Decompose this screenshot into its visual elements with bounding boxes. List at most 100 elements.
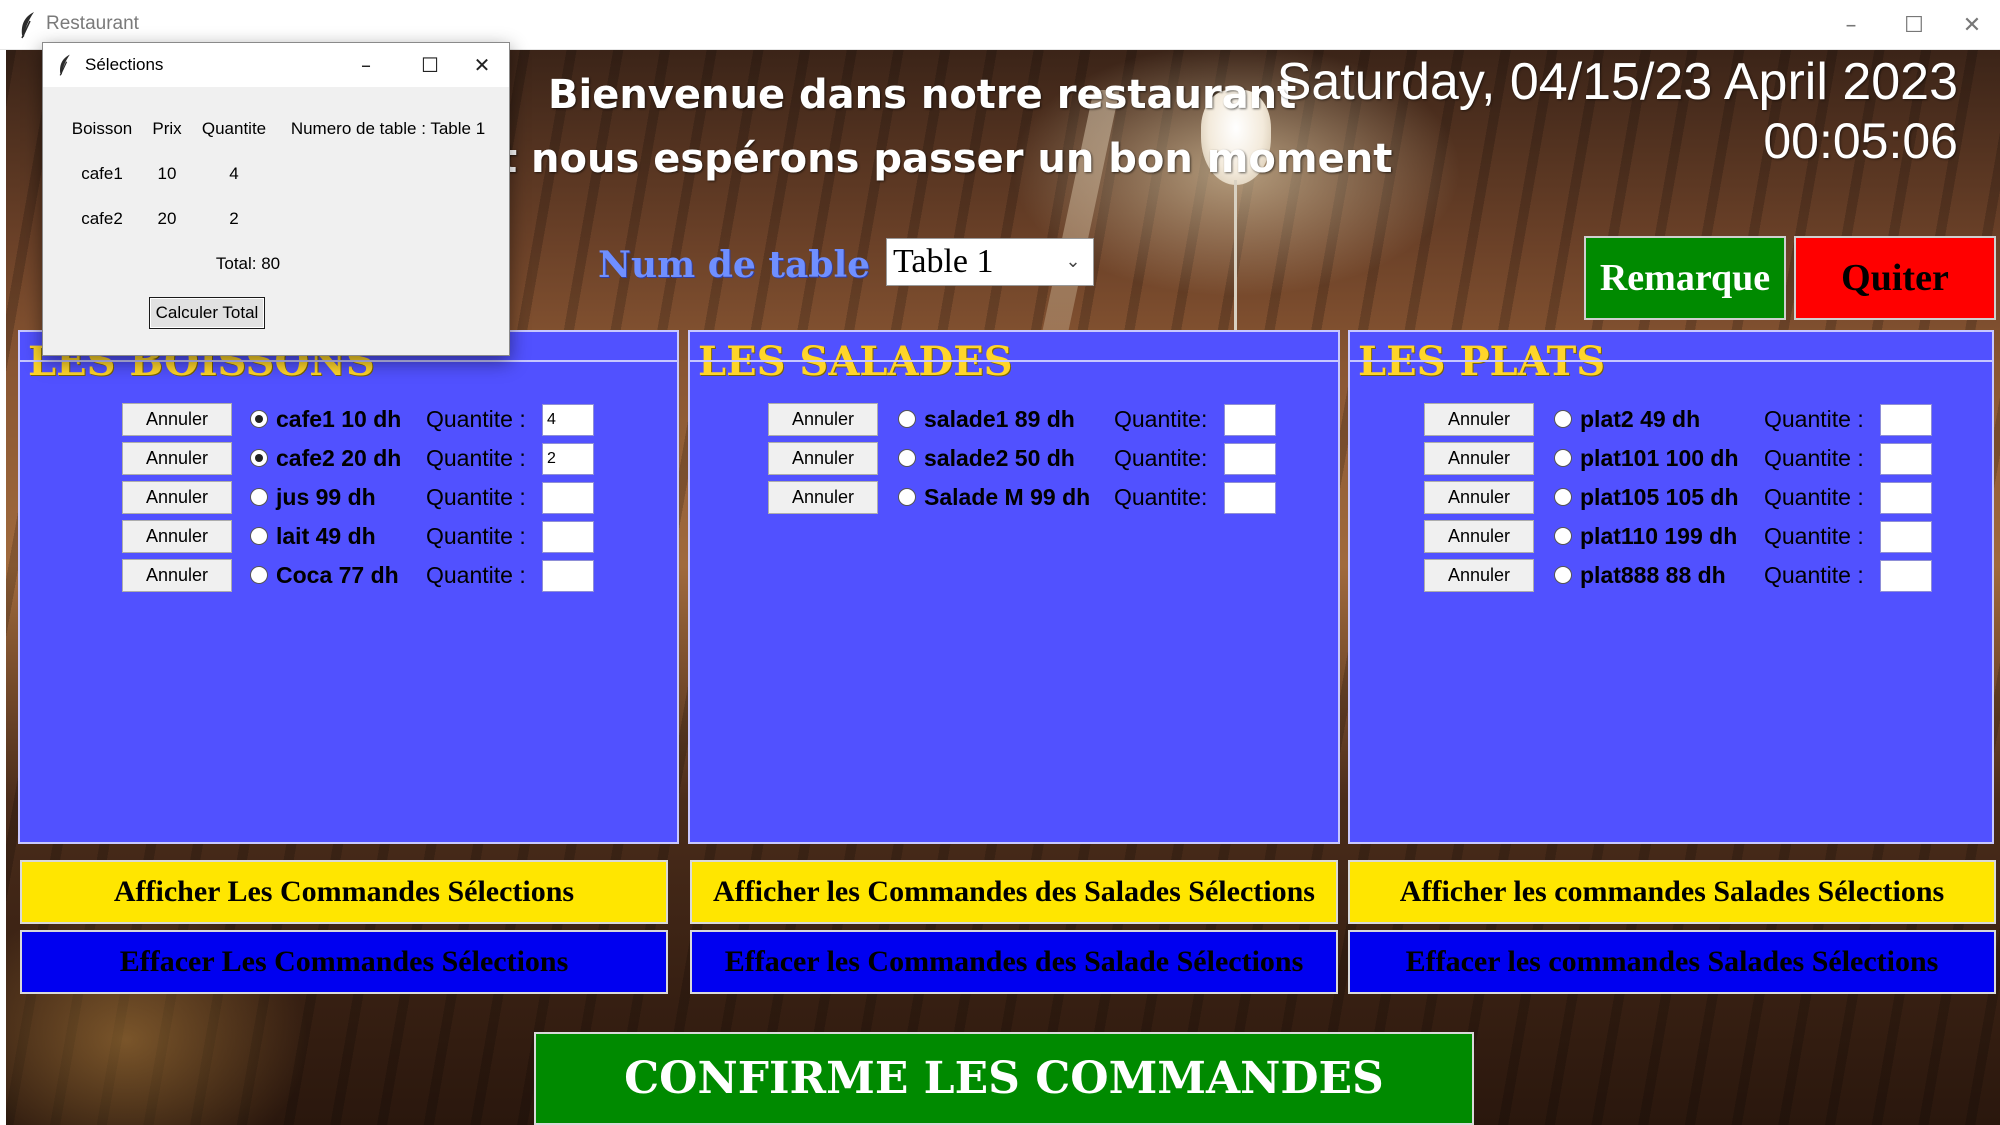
quantity-label: Quantite : (1764, 523, 1864, 549)
panel-divider (1350, 360, 1992, 362)
boissons-annuler-button-5[interactable]: Annuler (122, 559, 232, 592)
plats-annuler-button-5[interactable]: Annuler (1424, 559, 1534, 592)
boissons-qty-input-4[interactable] (542, 521, 594, 553)
boissons-item-label-2: cafe2 20 dh (276, 445, 402, 471)
table-select-value: Table 1 (893, 243, 994, 280)
show-boissons-button[interactable]: Afficher Les Commandes Sélections (20, 860, 668, 924)
boissons-qty-input-3[interactable] (542, 482, 594, 514)
boissons-item-label-5: Coca 77 dh (276, 562, 399, 588)
quantity-label: Quantite : (426, 523, 526, 549)
boissons-radio-1[interactable] (250, 410, 268, 428)
row-prix: 20 (157, 209, 177, 228)
maximize-icon[interactable]: ☐ (405, 45, 455, 85)
salades-qty-input-2[interactable] (1224, 443, 1276, 475)
plats-item-label-3: plat105 105 dh (1580, 484, 1739, 510)
calculate-total-button[interactable]: Calculer Total (149, 297, 265, 329)
show-plats-button[interactable]: Afficher les commandes Salades Sélection… (1348, 860, 1996, 924)
col-header-quantite: Quantite (201, 119, 267, 138)
quantity-label: Quantite : (426, 562, 526, 588)
ceiling-beam (1038, 90, 1120, 350)
show-salades-button[interactable]: Afficher les Commandes des Salades Sélec… (690, 860, 1338, 924)
quiter-button[interactable]: Quiter (1794, 236, 1996, 320)
boissons-qty-input-1[interactable]: 4 (542, 404, 594, 436)
salades-item-label-2: salade2 50 dh (924, 445, 1075, 471)
plats-item-label-4: plat110 199 dh (1580, 523, 1738, 549)
salades-radio-2[interactable] (898, 449, 916, 467)
quantity-label: Quantite : (426, 484, 526, 510)
boissons-annuler-button-3[interactable]: Annuler (122, 481, 232, 514)
row-boisson: cafe1 (81, 164, 123, 183)
welcome-line-1: Bienvenue dans notre restaurant (548, 72, 1297, 118)
chevron-down-icon[interactable]: ⌄ (1063, 239, 1083, 285)
quantity-label: Quantite : (1764, 445, 1864, 471)
quantity-label: Quantite : (1764, 484, 1864, 510)
plats-radio-1[interactable] (1554, 410, 1572, 428)
plats-item-label-2: plat101 100 dh (1580, 445, 1739, 471)
feather-icon (21, 12, 34, 39)
plats-radio-4[interactable] (1554, 527, 1572, 545)
boissons-item-label-4: lait 49 dh (276, 523, 376, 549)
minimize-icon[interactable]: – (341, 45, 391, 85)
plats-annuler-button-4[interactable]: Annuler (1424, 520, 1534, 553)
plats-radio-5[interactable] (1554, 566, 1572, 584)
plats-qty-input-5[interactable] (1880, 560, 1932, 592)
salades-annuler-button-1[interactable]: Annuler (768, 403, 878, 436)
quantity-label: Quantite: (1114, 406, 1208, 432)
selections-window: Sélections – ☐ ✕ Boisson Prix Quantite N… (42, 42, 510, 356)
boissons-annuler-button-4[interactable]: Annuler (122, 520, 232, 553)
plats-radio-3[interactable] (1554, 488, 1572, 506)
plats-radio-2[interactable] (1554, 449, 1572, 467)
clear-salades-button[interactable]: Effacer les Commandes des Salade Sélecti… (690, 930, 1338, 994)
confirm-orders-button[interactable]: CONFIRME LES COMMANDES (534, 1032, 1474, 1125)
plats-qty-input-2[interactable] (1880, 443, 1932, 475)
row-boisson: cafe2 (81, 209, 123, 228)
quantity-label: Quantite : (426, 445, 526, 471)
plats-qty-input-1[interactable] (1880, 404, 1932, 436)
minimize-icon[interactable]: – (1823, 4, 1879, 46)
quantity-label: Quantite : (1764, 406, 1864, 432)
quantity-label: Quantite : (426, 406, 526, 432)
boissons-qty-input-5[interactable] (542, 560, 594, 592)
plats-qty-input-3[interactable] (1880, 482, 1932, 514)
remarque-button[interactable]: Remarque (1584, 236, 1786, 320)
boissons-radio-4[interactable] (250, 527, 268, 545)
quantity-label: Quantite: (1114, 445, 1208, 471)
boissons-annuler-button-2[interactable]: Annuler (122, 442, 232, 475)
boissons-item-label-3: jus 99 dh (276, 484, 376, 510)
row-quantite: 4 (229, 164, 239, 183)
boissons-radio-5[interactable] (250, 566, 268, 584)
feather-icon (59, 54, 70, 76)
salades-annuler-button-3[interactable]: Annuler (768, 481, 878, 514)
plats-annuler-button-1[interactable]: Annuler (1424, 403, 1534, 436)
quantity-label: Quantite: (1114, 484, 1208, 510)
plats-annuler-button-2[interactable]: Annuler (1424, 442, 1534, 475)
plats-qty-input-4[interactable] (1880, 521, 1932, 553)
salades-radio-3[interactable] (898, 488, 916, 506)
table-number-label: Num de table (598, 244, 871, 286)
row-prix: 10 (157, 164, 177, 183)
close-icon[interactable]: ✕ (457, 45, 507, 85)
boissons-annuler-button-1[interactable]: Annuler (122, 403, 232, 436)
plats-annuler-button-3[interactable]: Annuler (1424, 481, 1534, 514)
clear-plats-button[interactable]: Effacer les commandes Salades Sélections (1348, 930, 1996, 994)
boissons-qty-input-2[interactable]: 2 (542, 443, 594, 475)
date-display: Saturday, 04/15/23 April 2023 (1276, 53, 1958, 111)
table-select[interactable]: Table 1 ⌄ (886, 238, 1094, 286)
clear-boissons-button[interactable]: Effacer Les Commandes Sélections (20, 930, 668, 994)
time-display: 00:05:06 (1763, 113, 1958, 169)
boissons-radio-2[interactable] (250, 449, 268, 467)
window-title: Restaurant (46, 13, 139, 34)
salades-qty-input-1[interactable] (1224, 404, 1276, 436)
salades-qty-input-3[interactable] (1224, 482, 1276, 514)
salades-annuler-button-2[interactable]: Annuler (768, 442, 878, 475)
close-icon[interactable]: ✕ (1944, 4, 2000, 46)
salades-item-label-1: salade1 89 dh (924, 406, 1075, 432)
panel-divider (20, 360, 677, 362)
col-header-boisson: Boisson (71, 119, 133, 138)
maximize-icon[interactable]: ☐ (1886, 4, 1942, 46)
row-quantite: 2 (229, 209, 239, 228)
selections-title-bar: Sélections – ☐ ✕ (43, 43, 509, 87)
boissons-radio-3[interactable] (250, 488, 268, 506)
salades-radio-1[interactable] (898, 410, 916, 428)
boissons-item-label-1: cafe1 10 dh (276, 406, 402, 432)
